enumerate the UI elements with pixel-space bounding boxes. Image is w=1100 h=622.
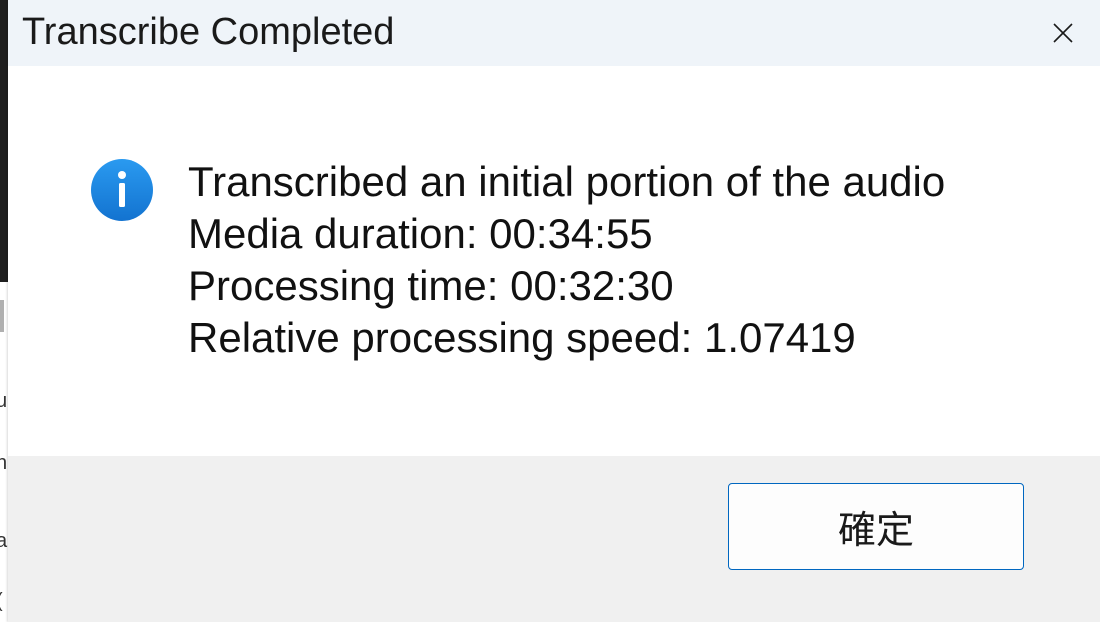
dialog-footer: 確定 (8, 456, 1100, 622)
background-text-fragment: n (0, 452, 8, 474)
background-scrollbar (0, 300, 4, 332)
processing-time-line: Processing time: 00:32:30 (188, 262, 674, 309)
dialog-message: Transcribed an initial portion of the au… (188, 156, 945, 364)
info-icon (91, 159, 153, 221)
background-text-fragment: a (0, 530, 8, 552)
background-dark-panel (0, 0, 8, 282)
dialog-title: Transcribe Completed (22, 11, 395, 53)
media-duration-line: Media duration: 00:34:55 (188, 210, 653, 257)
message-dialog: Transcribe Completed Transcribed an init… (8, 0, 1100, 622)
close-button[interactable] (1026, 0, 1100, 66)
background-text-fragment: u (0, 390, 8, 412)
processing-speed-line: Relative processing speed: 1.07419 (188, 314, 856, 361)
background-app-window: u n a ( (0, 0, 8, 622)
dialog-content: Transcribed an initial portion of the au… (8, 66, 1100, 456)
title-bar: Transcribe Completed (8, 0, 1100, 66)
background-text-fragment: ( (0, 590, 3, 613)
message-line: Transcribed an initial portion of the au… (188, 158, 946, 205)
ok-button[interactable]: 確定 (728, 483, 1024, 570)
close-icon (1053, 23, 1073, 43)
